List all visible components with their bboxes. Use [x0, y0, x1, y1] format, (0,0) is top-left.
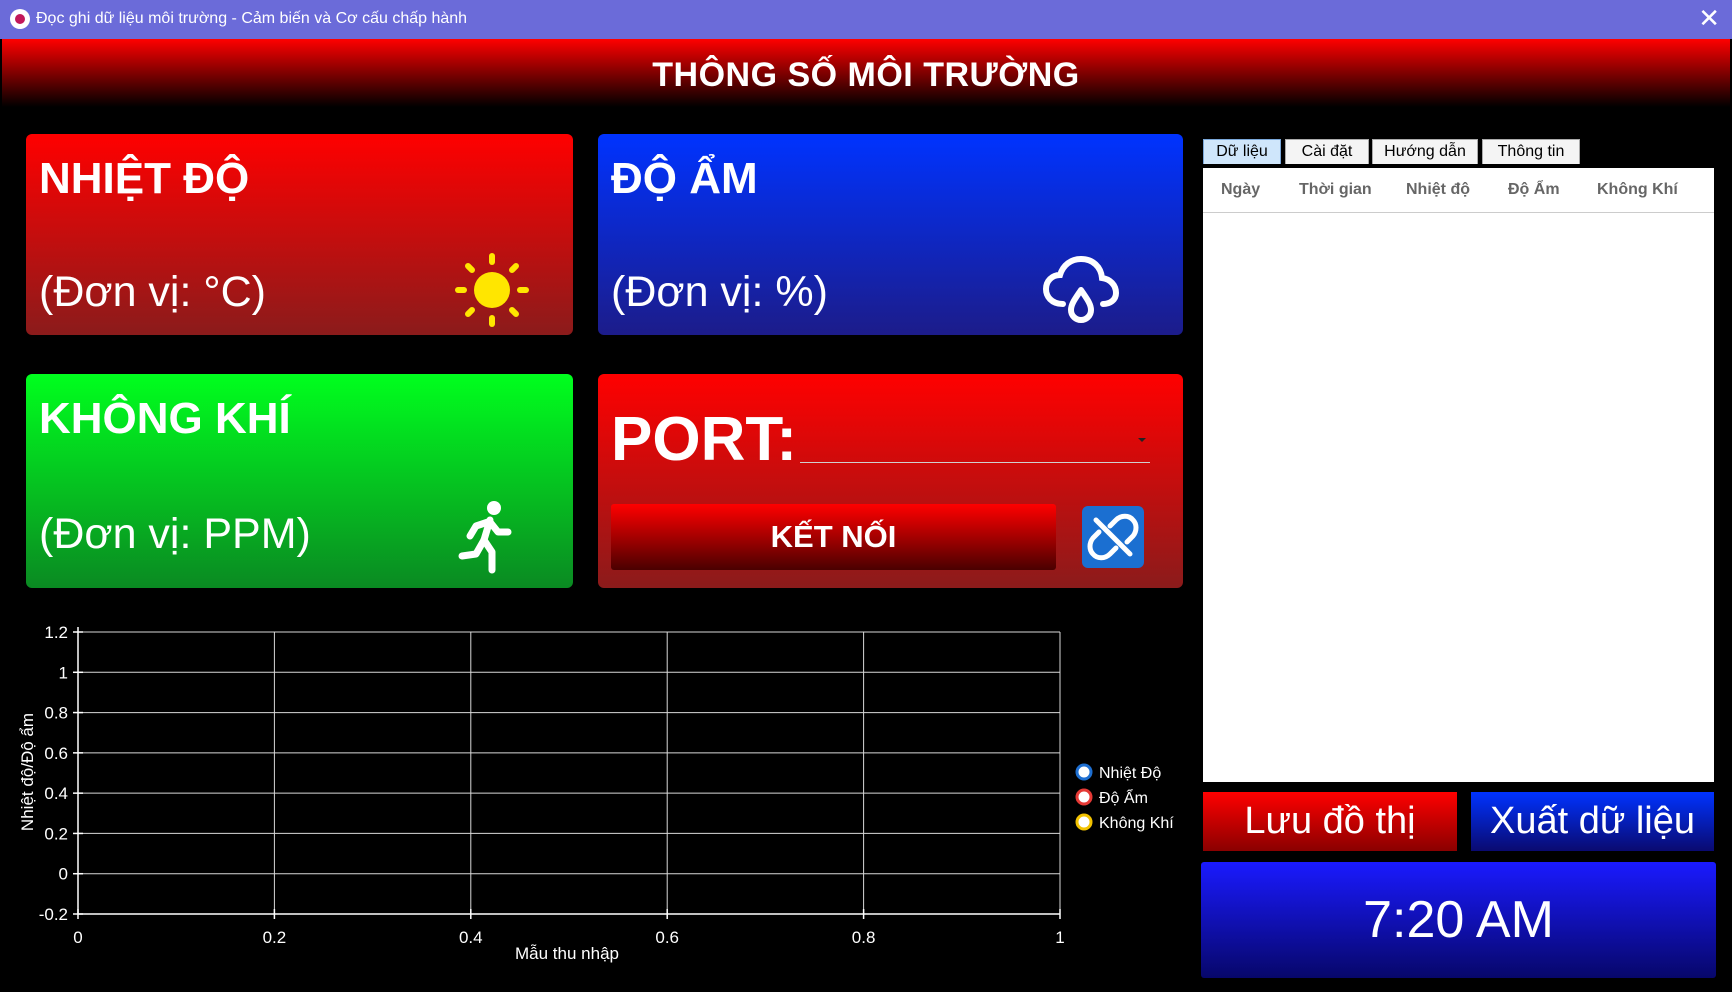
humidity-unit: (Đơn vị: %) [611, 268, 828, 316]
tab-settings[interactable]: Cài đặt [1285, 139, 1369, 164]
tab-guide[interactable]: Hướng dẫn [1372, 139, 1478, 164]
x-tick-label: 0 [73, 928, 82, 947]
humidity-card: ĐỘ ẨM (Đơn vị: %) [598, 134, 1183, 335]
close-icon[interactable]: ✕ [1698, 5, 1720, 31]
window-title: Đọc ghi dữ liệu môi trường - Cảm biến và… [36, 10, 468, 27]
port-card: PORT: KẾT NỐI [598, 374, 1183, 588]
save-chart-button[interactable]: Lưu đồ thị [1203, 792, 1457, 851]
chart-legend: Nhiệt Độ Độ Ẩm Không Khí [1075, 763, 1174, 832]
y-tick-label: 1.2 [44, 623, 68, 642]
y-tick-label: 0.4 [44, 784, 68, 803]
y-tick-label: -0.2 [39, 905, 68, 924]
x-tick-label: 0.8 [852, 928, 876, 947]
humidity-title: ĐỘ ẨM [611, 154, 758, 203]
y-tick-label: 0.6 [44, 744, 68, 763]
legend-label: Không Khí [1099, 815, 1174, 832]
clock-display: 7:20 AM [1201, 862, 1716, 978]
column-header-temperature[interactable]: Nhiệt độ [1406, 181, 1470, 199]
running-person-icon [458, 501, 512, 574]
sun-icon [455, 253, 529, 327]
data-table[interactable]: Ngày Thời gian Nhiệt độ Độ Ẩm Không Khí [1203, 168, 1714, 782]
column-header-air[interactable]: Không Khí [1597, 181, 1678, 199]
cloud-rain-icon [1042, 255, 1120, 323]
temperature-title: NHIỆT ĐỘ [39, 154, 250, 203]
x-tick-label: 0.2 [263, 928, 287, 947]
column-header-date[interactable]: Ngày [1221, 181, 1260, 199]
connect-button[interactable]: KẾT NỐI [611, 504, 1056, 570]
export-data-button[interactable]: Xuất dữ liệu [1471, 792, 1714, 851]
x-axis-label: Mẫu thu nhập [515, 944, 619, 963]
x-tick-label: 0.4 [459, 928, 483, 947]
air-unit: (Đơn vị: PPM) [39, 510, 311, 558]
air-title: KHÔNG KHÍ [39, 394, 291, 443]
unlink-icon [1087, 513, 1139, 561]
temperature-card: NHIỆT ĐỘ (Đơn vị: °C) [26, 134, 573, 335]
column-header-time[interactable]: Thời gian [1299, 181, 1372, 199]
unlink-button[interactable] [1082, 506, 1144, 568]
column-header-humidity[interactable]: Độ Ẩm [1508, 181, 1560, 199]
y-axis-label: Nhiệt độ/Độ ẩm [18, 713, 37, 831]
y-tick-label: 0.2 [44, 824, 68, 843]
x-tick-label: 0.6 [655, 928, 679, 947]
tab-info[interactable]: Thông tin [1482, 139, 1580, 164]
legend-label: Nhiệt Độ [1099, 765, 1161, 782]
legend-marker [1075, 763, 1093, 781]
legend-marker [1075, 788, 1093, 806]
app-logo-icon [10, 9, 30, 29]
legend-label: Độ Ẩm [1099, 788, 1148, 807]
table-header: Ngày Thời gian Nhiệt độ Độ Ẩm Không Khí [1203, 168, 1714, 213]
chevron-down-icon[interactable] [1138, 438, 1146, 442]
y-tick-label: 0 [59, 865, 68, 884]
port-label: PORT: [611, 405, 797, 474]
y-tick-label: 1 [59, 663, 68, 682]
page-title: THÔNG SỐ MÔI TRƯỜNG [652, 56, 1080, 94]
x-tick-label: 1 [1055, 928, 1064, 947]
air-card: KHÔNG KHÍ (Đơn vị: PPM) [26, 374, 573, 588]
title-bar: Đọc ghi dữ liệu môi trường - Cảm biến và… [0, 0, 1732, 39]
page-header: THÔNG SỐ MÔI TRƯỜNG [2, 39, 1730, 107]
y-tick-label: 0.8 [44, 704, 68, 723]
legend-marker [1075, 813, 1093, 831]
temperature-unit: (Đơn vị: °C) [39, 268, 266, 316]
port-select[interactable] [800, 422, 1150, 463]
tab-data[interactable]: Dữ liệu [1203, 139, 1281, 164]
data-chart: 0 0.2 0.4 0.6 0.8 1 -0.2 0 0.2 0.4 0.6 0.8 1 1.2 Mẫu … [18, 623, 1174, 963]
